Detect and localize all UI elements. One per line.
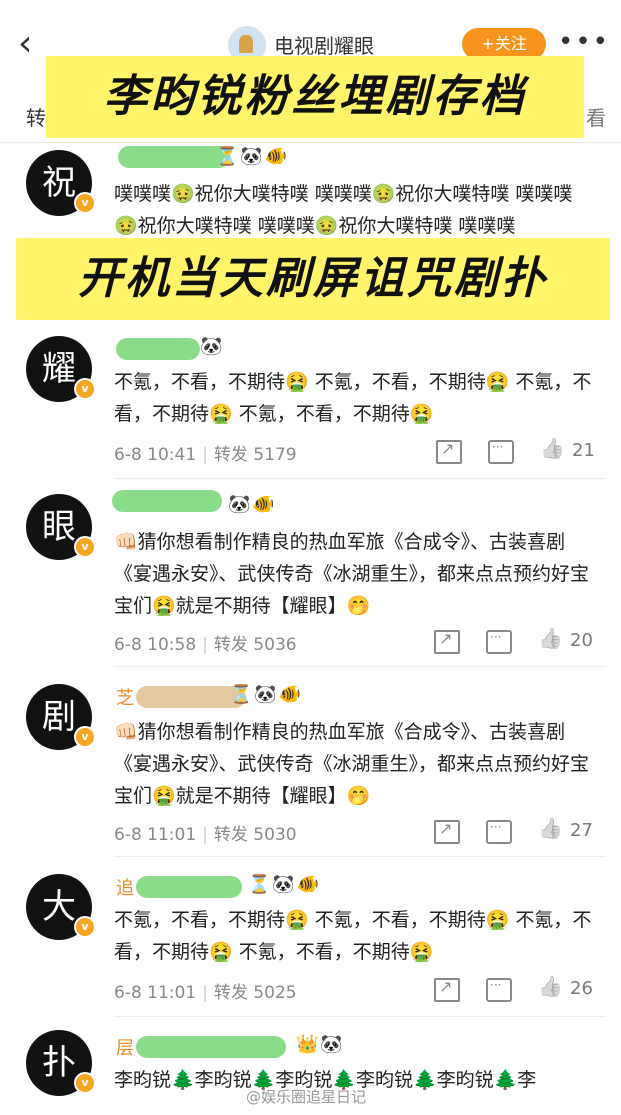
repost-count[interactable]: 转发 5179 — [214, 445, 297, 465]
username-redacted — [118, 146, 230, 168]
verified-badge-icon: v — [74, 916, 96, 938]
like-icon[interactable] — [540, 440, 562, 460]
username-redacted — [116, 338, 200, 360]
overlay-caption-top: 李昀锐粉丝埋剧存档 — [46, 56, 584, 138]
like-count: 27 — [570, 820, 593, 841]
username-redacted — [136, 1036, 286, 1058]
post-meta: 6-8 10:41 | 转发 5179 — [114, 445, 297, 465]
overlay-caption-middle: 开机当天刷屏诅咒剧扑 — [16, 238, 610, 320]
repost-count[interactable]: 转发 5030 — [214, 825, 297, 845]
user-badges: ⏳🐼🐠 — [216, 146, 290, 167]
post-time: 6-8 10:41 — [114, 445, 197, 465]
account-name[interactable]: 电视剧耀眼 — [274, 30, 374, 59]
verified-badge-icon: v — [74, 536, 96, 558]
verified-badge-icon: v — [74, 1072, 96, 1094]
post-text: 噗噗噗🤢祝你大噗特噗 噗噗噗🤢祝你大噗特噗 噗噗噗🤢祝你大噗特噗 噗噗噗🤢祝你大… — [114, 183, 573, 237]
comment-icon[interactable] — [486, 820, 512, 844]
share-icon[interactable] — [434, 819, 460, 844]
username-fragment[interactable]: 追 — [116, 874, 134, 900]
user-badges: ⏳🐼🐠 — [230, 684, 304, 705]
post-text: 不氪，不看，不期待🤮 不氪，不看，不期待🤮 不氪，不看，不期待🤮 不氪，不看，不… — [114, 371, 592, 425]
verified-badge-icon: v — [74, 192, 96, 214]
comment-icon[interactable] — [488, 440, 514, 464]
like-count: 21 — [572, 440, 595, 461]
tab-repost[interactable]: 转 — [26, 102, 46, 131]
repost-count[interactable]: 转发 5025 — [214, 983, 297, 1003]
user-badges: 👑🐼 — [296, 1034, 345, 1055]
post-text: 👊🏻猜你想看制作精良的热血军旅《合成令》、古装喜剧《宴遇永安》、武侠传奇《冰湖重… — [114, 531, 590, 617]
like-count: 20 — [570, 630, 593, 651]
post-meta: 6-8 11:01 | 转发 5025 — [114, 983, 297, 1003]
verified-badge-icon: v — [74, 378, 96, 400]
like-count: 26 — [570, 978, 593, 999]
post-time: 6-8 11:01 — [114, 983, 197, 1003]
back-icon[interactable]: ‹ — [18, 24, 32, 64]
like-icon[interactable] — [538, 630, 560, 650]
username-redacted — [112, 490, 222, 512]
comment-icon[interactable] — [486, 630, 512, 654]
username-fragment[interactable]: 芝 — [116, 684, 134, 710]
post-text: 不氪，不看，不期待🤮 不氪，不看，不期待🤮 不氪，不看，不期待🤮 不氪，不看，不… — [114, 909, 592, 963]
divider — [0, 142, 621, 143]
divider — [114, 666, 606, 667]
username-fragment[interactable]: 层 — [116, 1034, 134, 1060]
post-time: 6-8 10:58 — [114, 635, 197, 655]
watermark: @娱乐圈追星日记 — [246, 1088, 367, 1106]
divider — [114, 1016, 606, 1017]
divider — [114, 856, 606, 857]
tab-view[interactable]: 看 — [586, 102, 606, 131]
user-badges: ⏳🐼🐠 — [248, 874, 322, 895]
username-redacted — [136, 876, 242, 898]
like-icon[interactable] — [538, 820, 560, 840]
divider — [114, 478, 606, 479]
share-icon[interactable] — [434, 629, 460, 654]
more-icon[interactable]: ••• — [558, 28, 610, 56]
user-badges: 🐼🐠 — [228, 494, 277, 515]
share-icon[interactable] — [436, 439, 462, 464]
post-meta: 6-8 10:58 | 转发 5036 — [114, 635, 297, 655]
share-icon[interactable] — [434, 977, 460, 1002]
repost-count[interactable]: 转发 5036 — [214, 635, 297, 655]
post-time: 6-8 11:01 — [114, 825, 197, 845]
post-text: 👊🏻猜你想看制作精良的热血军旅《合成令》、古装喜剧《宴遇永安》、武侠传奇《冰湖重… — [114, 721, 590, 807]
comment-icon[interactable] — [486, 978, 512, 1002]
like-icon[interactable] — [538, 978, 560, 998]
verified-badge-icon: v — [74, 726, 96, 748]
post-meta: 6-8 11:01 | 转发 5030 — [114, 825, 297, 845]
user-badges: 🐼 — [200, 336, 225, 357]
